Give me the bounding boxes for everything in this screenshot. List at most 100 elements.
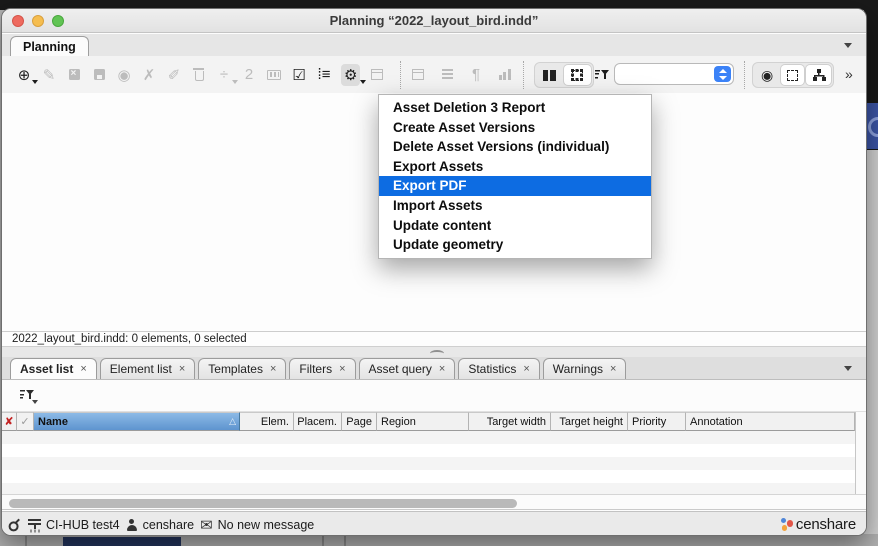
server-connection-label: CI-HUB test4: [46, 518, 120, 532]
sign-off-button[interactable]: ✐: [166, 64, 182, 86]
workflow-list-button[interactable]: ⁞≡: [316, 64, 332, 86]
vertical-scrollbar[interactable]: [855, 412, 867, 494]
preview-eye-button[interactable]: ◉: [755, 65, 779, 85]
selection-view-button[interactable]: [564, 65, 591, 85]
tab-label: Templates: [208, 362, 263, 376]
tasks-checkbox-button[interactable]: ☑: [291, 64, 307, 86]
delete-asset-icon: [195, 71, 204, 81]
column-header-label: Region: [381, 416, 416, 428]
logged-in-user[interactable]: censhare: [126, 518, 194, 532]
tab-filters[interactable]: Filters×: [289, 358, 355, 379]
view-toggle-group: [534, 62, 594, 88]
menu-item-update-content[interactable]: Update content: [379, 216, 651, 236]
tab-close-icon[interactable]: ×: [80, 363, 86, 375]
chart-button[interactable]: [497, 64, 513, 86]
column-header-target-width[interactable]: Target width: [469, 412, 551, 431]
check-row-icon: ✓: [20, 415, 29, 428]
column-header-label: Elem.: [261, 416, 289, 428]
tab-asset-query[interactable]: Asset query×: [359, 358, 456, 379]
column-header-label: Name: [38, 416, 68, 428]
panel-splitter[interactable]: [2, 346, 866, 357]
tab-statistics[interactable]: Statistics ×: [458, 358, 539, 379]
menu-item-update-geometry[interactable]: Update geometry: [379, 235, 651, 255]
combobox-input[interactable]: [621, 65, 717, 83]
structure-view-button[interactable]: [806, 65, 831, 85]
save-version-button[interactable]: [91, 64, 107, 86]
filter-icon[interactable]: [594, 64, 610, 86]
display-toggle-group: ◉: [752, 62, 834, 88]
tab-label: Statistics: [468, 362, 516, 376]
column-header-priority[interactable]: Priority: [628, 412, 686, 431]
menu-item-asset-deletion-3-report[interactable]: Asset Deletion 3 Report: [379, 98, 651, 118]
censhare-logo-icon: [781, 517, 794, 532]
combobox-stepper-icon[interactable]: [714, 66, 731, 82]
discard-version-button[interactable]: [66, 64, 82, 86]
tab-asset-list[interactable]: Asset list×: [10, 358, 97, 379]
new-asset-button[interactable]: ⊕: [16, 64, 32, 86]
tab-templates[interactable]: Templates ×: [198, 358, 286, 379]
element-updown-button[interactable]: [369, 64, 385, 86]
edit-asset-button[interactable]: ✎: [41, 64, 57, 86]
splitter-grip-icon[interactable]: [430, 350, 444, 357]
toolbar-overflow-chevron[interactable]: »: [845, 66, 853, 82]
column-header-check[interactable]: ✓: [17, 412, 34, 431]
list-resize-button[interactable]: [439, 64, 455, 86]
column-header-label: Page: [346, 416, 372, 428]
toolbar-combobox[interactable]: [614, 63, 734, 85]
menu-item-import-assets[interactable]: Import Assets: [379, 196, 651, 216]
keyboard-button[interactable]: [266, 64, 282, 86]
mail-icon: ✉: [200, 516, 213, 534]
discard-version-icon: [69, 69, 80, 80]
tab-close-icon[interactable]: ×: [439, 363, 445, 375]
actions-menu: Asset Deletion 3 ReportCreate Asset Vers…: [378, 94, 652, 259]
column-header-placem-[interactable]: Placem.: [294, 412, 342, 431]
tab-element-list[interactable]: Element list×: [100, 358, 195, 379]
title-bar[interactable]: Planning “2022_layout_bird.indd”: [2, 9, 866, 33]
column-header-annotation[interactable]: Annotation: [686, 412, 855, 431]
tab-close-icon[interactable]: ×: [339, 363, 345, 375]
document-status-line: 2022_layout_bird.indd: 0 elements, 0 sel…: [2, 331, 866, 345]
asset-table-body[interactable]: [2, 431, 855, 494]
actions-gear-button[interactable]: ⚙: [341, 64, 360, 86]
frame-edges-button[interactable]: [781, 65, 804, 85]
message-status[interactable]: ✉ No new message: [200, 516, 314, 534]
asset-filter-dropdown-icon[interactable]: [32, 400, 38, 404]
delete-asset-button[interactable]: [191, 64, 207, 86]
tab-planning[interactable]: Planning: [10, 36, 89, 57]
column-header-page[interactable]: Page: [342, 412, 377, 431]
table-resize-button[interactable]: [410, 64, 426, 86]
menu-item-create-asset-versions[interactable]: Create Asset Versions: [379, 118, 651, 138]
column-header-delete[interactable]: ✘: [2, 412, 17, 431]
background-divider: [344, 536, 346, 546]
column-header-name[interactable]: Name△: [34, 412, 240, 431]
tab-close-icon[interactable]: ×: [610, 363, 616, 375]
bottom-tab-bar: Asset list×Element list×Templates×Filter…: [2, 357, 866, 380]
menu-item-delete-asset-versions-individual-[interactable]: Delete Asset Versions (individual): [379, 137, 651, 157]
menu-item-export-assets[interactable]: Export Assets: [379, 157, 651, 177]
divide-button[interactable]: ÷: [216, 64, 232, 86]
tab-close-icon[interactable]: ×: [179, 363, 185, 375]
column-header-region[interactable]: Region: [377, 412, 469, 431]
delete-row-icon: ✘: [4, 415, 13, 428]
horizontal-scrollbar-thumb[interactable]: [9, 499, 517, 508]
menu-item-export-pdf[interactable]: Export PDF: [379, 176, 651, 196]
paragraph-button[interactable]: ¶: [468, 64, 484, 86]
tab-warnings[interactable]: Warnings×: [543, 358, 627, 379]
preview-asset-button[interactable]: ◉: [116, 64, 132, 86]
pages-view-button[interactable]: [537, 65, 562, 85]
tabstrip-dropdown-icon[interactable]: [844, 43, 852, 48]
server-connection[interactable]: CI-HUB test4: [28, 518, 120, 532]
tab-close-icon[interactable]: ×: [270, 363, 276, 375]
bottom-tabbar-dropdown-icon[interactable]: [844, 366, 852, 371]
key-icon[interactable]: [5, 515, 25, 535]
column-header-elem-[interactable]: Elem.: [240, 412, 294, 431]
horizontal-scrollbar[interactable]: [2, 494, 866, 510]
column-header-target-height[interactable]: Target height: [551, 412, 628, 431]
column-header-label: Target width: [487, 416, 546, 428]
tab-close-icon[interactable]: ×: [523, 363, 529, 375]
column-header-label: Placem.: [297, 416, 337, 428]
cancel-button[interactable]: ✗: [141, 64, 157, 86]
move-to-page-2-button[interactable]: 2: [241, 64, 257, 86]
window-title: Planning “2022_layout_bird.indd”: [2, 13, 866, 28]
panel-tab-strip: Planning: [2, 34, 866, 56]
